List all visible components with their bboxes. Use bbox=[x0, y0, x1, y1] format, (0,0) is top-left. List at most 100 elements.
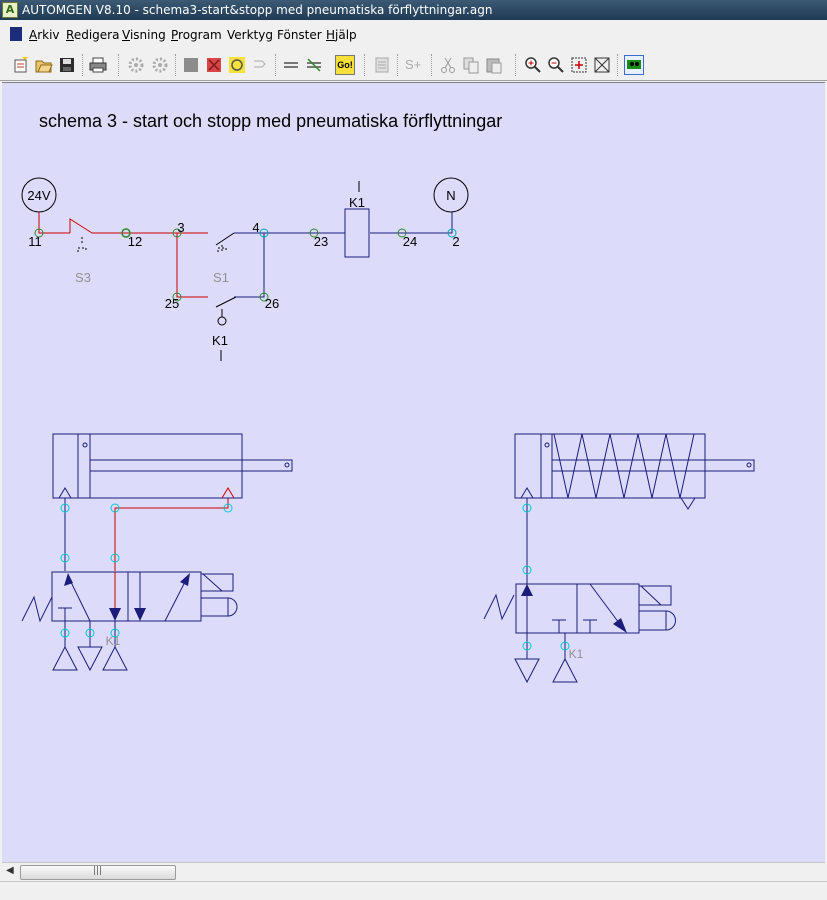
left-exhaust-triangle bbox=[77, 646, 103, 672]
copy-icon[interactable] bbox=[462, 56, 480, 74]
automgen-app-icon: A bbox=[2, 2, 18, 18]
right-valve-block-2 bbox=[583, 619, 597, 633]
right-actuator-cap bbox=[665, 610, 676, 631]
right-actuator-box[interactable] bbox=[638, 610, 667, 631]
left-cylinder-body[interactable] bbox=[52, 433, 243, 499]
open-icon[interactable] bbox=[35, 56, 53, 74]
full-icon[interactable] bbox=[593, 56, 611, 74]
left-pressure-triangle bbox=[52, 645, 78, 671]
schema-canvas[interactable]: schema 3 - start och stopp med pneumatis… bbox=[2, 82, 825, 862]
left-valve-body[interactable] bbox=[51, 571, 202, 622]
menu-fonster[interactable]: Fönster bbox=[277, 28, 322, 42]
right-cylinder-rod bbox=[551, 459, 755, 472]
red-x-icon[interactable] bbox=[205, 56, 223, 74]
print-icon[interactable] bbox=[89, 56, 107, 74]
right-solenoid-line bbox=[640, 585, 662, 606]
left-actuator-box[interactable] bbox=[200, 597, 229, 617]
wire-24v-11 bbox=[38, 212, 70, 234]
electrical-circuit: 24V N S3 S1 K1 K1 11 12 3 4 23 24 2 25 2… bbox=[21, 177, 469, 361]
left-port-b-arrow bbox=[221, 487, 235, 499]
gears2-icon[interactable] bbox=[151, 56, 169, 74]
left-cylinder-rod bbox=[89, 459, 293, 472]
left-valve-arrow-2 bbox=[109, 608, 121, 621]
cycle-icon[interactable] bbox=[228, 56, 246, 74]
node-2-label: 2 bbox=[452, 234, 459, 249]
right-vent-arrow bbox=[680, 497, 696, 510]
neutral-label: N bbox=[446, 188, 455, 203]
left-port-a-arrow bbox=[58, 487, 72, 499]
run-icon[interactable] bbox=[282, 56, 300, 74]
stop-icon[interactable] bbox=[182, 56, 200, 74]
s-plus-button[interactable]: S+ bbox=[405, 56, 427, 74]
switch-s3-button[interactable] bbox=[77, 237, 87, 252]
title-bar: A AUTOMGEN V8.10 - schema3-start&stopp m… bbox=[0, 0, 827, 20]
menu-bar: Arkiv Redigera Visning Program Verktyg F… bbox=[0, 24, 827, 46]
contact-k1-label: K1 bbox=[212, 333, 228, 348]
wire-3-25 bbox=[176, 233, 208, 298]
contact-k1-blade[interactable] bbox=[215, 296, 237, 308]
menu-program[interactable]: Program bbox=[171, 28, 222, 42]
schema-heading: schema 3 - start och stopp med pneumatis… bbox=[39, 111, 502, 131]
left-pressure-triangle-2 bbox=[102, 645, 128, 671]
toolbar-separator bbox=[175, 54, 178, 76]
fit-icon[interactable] bbox=[570, 56, 588, 74]
step-icon[interactable] bbox=[251, 56, 269, 74]
switch-s3-blade[interactable] bbox=[69, 218, 93, 234]
right-valve-arrow-1 bbox=[521, 584, 533, 596]
gears-icon[interactable] bbox=[127, 56, 145, 74]
switch-s1-blade[interactable] bbox=[215, 232, 235, 246]
right-pressure-triangle bbox=[552, 657, 578, 683]
scroll-grip-icon: ||| bbox=[93, 866, 103, 876]
save-icon[interactable] bbox=[58, 56, 76, 74]
node-3-label: 3 bbox=[177, 220, 184, 235]
node-12-label: 12 bbox=[128, 234, 142, 249]
toolbar-separator bbox=[617, 54, 620, 76]
right-valve-spring bbox=[483, 593, 515, 621]
scroll-left-icon[interactable]: ◀ bbox=[6, 865, 14, 876]
left-cylinder-dot bbox=[82, 442, 88, 448]
left-rod-end-dot bbox=[284, 462, 290, 468]
left-valve-spring bbox=[21, 595, 53, 623]
scroll-thumb[interactable]: ||| bbox=[20, 865, 176, 880]
right-valve-block-1 bbox=[552, 619, 566, 633]
coil-k1[interactable] bbox=[344, 208, 370, 258]
zoom-out-icon[interactable] bbox=[547, 56, 565, 74]
right-exhaust-lines bbox=[526, 633, 566, 659]
menu-visning[interactable]: Visning bbox=[122, 28, 166, 42]
left-pneumatic-circuit: K1 bbox=[21, 433, 293, 672]
right-cylinder-body[interactable] bbox=[514, 433, 706, 499]
schema-drawing: schema 3 - start och stopp med pneumatis… bbox=[21, 111, 755, 684]
flow-icon[interactable] bbox=[305, 56, 323, 74]
toolbar: Go! S+ bbox=[0, 50, 827, 81]
node-23-label: 23 bbox=[314, 234, 328, 249]
window-title: AUTOMGEN V8.10 - schema3-start&stopp med… bbox=[22, 3, 493, 17]
cut-icon[interactable] bbox=[439, 56, 457, 74]
right-exhaust-triangle bbox=[514, 658, 540, 684]
paste-icon[interactable] bbox=[485, 56, 503, 74]
switch-s1-button[interactable] bbox=[217, 245, 227, 252]
monitor-icon[interactable] bbox=[624, 55, 644, 75]
new-icon[interactable] bbox=[12, 56, 30, 74]
list-icon[interactable] bbox=[373, 56, 391, 74]
right-cylinder-spring bbox=[553, 433, 695, 499]
toolbar-separator bbox=[431, 54, 434, 76]
horizontal-scrollbar[interactable]: ◀ ||| bbox=[2, 862, 825, 881]
menu-hjalp[interactable]: Hjälp bbox=[326, 28, 357, 42]
zoom-in-icon[interactable] bbox=[524, 56, 542, 74]
menu-arkiv[interactable]: Arkiv bbox=[29, 28, 60, 42]
left-pipe-b bbox=[114, 498, 229, 571]
coil-k1-label: K1 bbox=[349, 195, 365, 210]
toolbar-separator bbox=[275, 54, 278, 76]
right-pneumatic-circuit: K1 bbox=[483, 433, 755, 684]
wire-4-26 bbox=[234, 233, 265, 298]
contact-k1-circle bbox=[217, 316, 227, 326]
go-button[interactable]: Go! bbox=[335, 55, 355, 75]
switch-s1-label: S1 bbox=[213, 270, 229, 285]
menu-redigera[interactable]: Redigera bbox=[66, 28, 119, 42]
node-11-label: 11 bbox=[28, 234, 42, 249]
toolbar-separator bbox=[118, 54, 121, 76]
document-icon[interactable] bbox=[10, 27, 22, 41]
menu-verktyg[interactable]: Verktyg bbox=[227, 28, 273, 42]
right-cylinder-piston[interactable] bbox=[540, 433, 553, 499]
toolbar-separator bbox=[397, 54, 400, 76]
